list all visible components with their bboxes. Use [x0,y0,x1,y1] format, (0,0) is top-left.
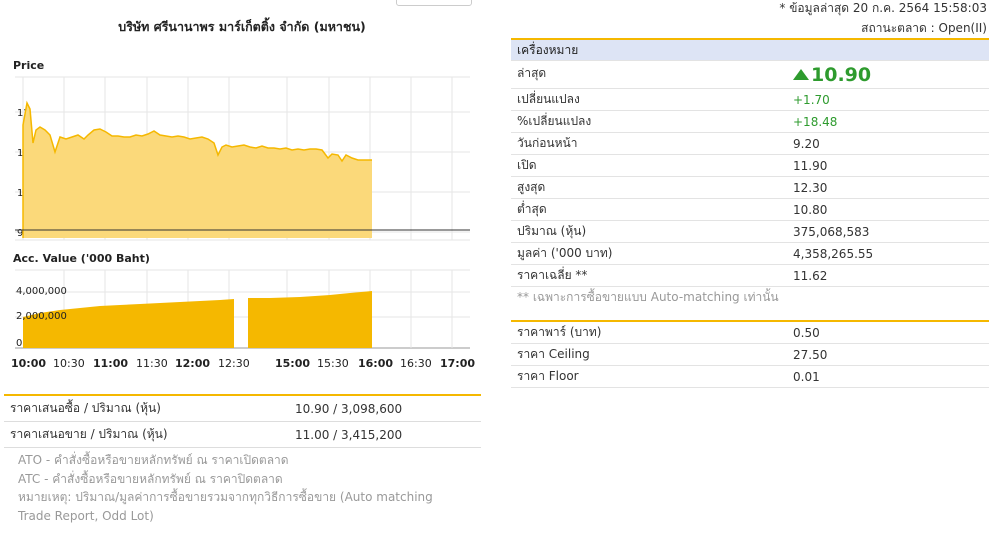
value-area-afternoon [248,291,372,348]
quote-row: ล่าสุด 10.90 [511,60,989,89]
quote-label: ต่ำสุด [511,198,789,221]
time-tick: 15:00 [275,357,310,370]
price-limits-table: ราคาพาร์ (บาท) 0.50 ราคา Ceiling 27.50 ราค… [511,320,989,388]
quote-row: มูลค่า ('000 บาท) 4,358,265.55 [511,242,989,265]
time-tick: 17:00 [440,357,475,370]
limit-label: ราคา Ceiling [511,343,789,366]
time-tick: 12:30 [218,357,250,370]
quote-label: วันก่อนหน้า [511,132,789,155]
quote-row: สูงสุด 12.30 [511,176,989,199]
quote-label: สูงสุด [511,176,789,199]
quote-value: 10.80 [789,198,989,221]
note-remark: หมายเหตุ: ปริมาณ/มูลค่าการซื้อขายรวมจากท… [18,490,433,504]
price-area [23,103,372,238]
market-status: สถานะตลาด : Open(II) [861,21,987,35]
time-tick: 16:30 [400,357,432,370]
quote-value: 375,068,583 [789,220,989,243]
value-area-morning [23,299,234,348]
offer-value: 11.00 / 3,415,200 [281,421,481,448]
quote-value: 4,358,265.55 [789,242,989,265]
limit-value: 0.50 [789,321,989,344]
time-tick: 16:00 [358,357,393,370]
time-tick: 11:30 [136,357,168,370]
quote-header: เครื่องหมาย [511,38,989,61]
bid-row: ราคาเสนอซื้อ / ปริมาณ (หุ้น) 10.90 / 3,0… [4,395,481,422]
quote-row: เปิด 11.90 [511,154,989,177]
quote-label: เปลี่ยนแปลง [511,88,789,111]
note-atc: ATC - คำสั่งซื้อหรือขายหลักทรัพย์ ณ ราคา… [18,471,283,486]
limit-label: ราคาพาร์ (บาท) [511,321,789,344]
notes: ATO - คำสั่งซื้อหรือขายหลักทรัพย์ ณ ราคา… [18,451,478,525]
quote-label: %เปลี่ยนแปลง [511,110,789,133]
quote-label: มูลค่า ('000 บาท) [511,242,789,265]
last-price-value: 10.90 [811,63,872,86]
quote-label: ราคาเฉลี่ย ** [511,264,789,287]
quote-value: 11.62 [789,264,989,287]
limit-value: 27.50 [789,343,989,366]
company-title: บริษัท ศรีนานาพร มาร์เก็ตติ้ง จำกัด (มหา… [118,19,366,34]
last-price: 10.90 [789,60,989,89]
bid-value: 10.90 / 3,098,600 [281,395,481,422]
price-chart-label: Price [13,59,44,72]
quote-value: 9.20 [789,132,989,155]
quote-row: วันก่อนหน้า 9.20 [511,132,989,155]
limit-label: ราคา Floor [511,365,789,388]
quote-header-row: เครื่องหมาย [511,38,989,61]
value-tick-4m: 4,000,000 [16,286,67,297]
note-remark-cont: Trade Report, Odd Lot) [18,508,154,523]
offer-label: ราคาเสนอขาย / ปริมาณ (หุ้น) [4,421,281,448]
limit-row: ราคาพาร์ (บาท) 0.50 [511,321,989,344]
quote-label: เปิด [511,154,789,177]
time-tick: 12:00 [175,357,210,370]
limit-value: 0.01 [789,365,989,388]
quote-row: %เปลี่ยนแปลง +18.48 [511,110,989,133]
limit-row: ราคา Ceiling 27.50 [511,343,989,366]
up-arrow-icon [793,68,809,80]
quote-footnote: ** เฉพาะการซื้อขายแบบ Auto-matching เท่า… [517,290,779,304]
quote-label: ล่าสุด [511,60,789,89]
bid-label: ราคาเสนอซื้อ / ปริมาณ (หุ้น) [4,395,281,422]
value-tick-2m: 2,000,000 [16,311,67,322]
quote-footnote-row: ** เฉพาะการซื้อขายแบบ Auto-matching เท่า… [511,287,989,309]
last-update: * ข้อมูลล่าสุด 20 ก.ค. 2564 15:58:03 [779,1,987,15]
quote-value: +18.48 [789,110,989,133]
limit-row: ราคา Floor 0.01 [511,365,989,388]
note-ato: ATO - คำสั่งซื้อหรือขายหลักทรัพย์ ณ ราคา… [18,453,289,467]
time-tick: 15:30 [317,357,349,370]
bid-offer-table: ราคาเสนอซื้อ / ปริมาณ (หุ้น) 10.90 / 3,0… [4,394,481,448]
search-input-edge[interactable] [396,0,472,6]
quote-row: ราคาเฉลี่ย ** 11.62 [511,264,989,287]
time-tick: 10:30 [53,357,85,370]
quote-label: ปริมาณ (หุ้น) [511,220,789,243]
quote-value: +1.70 [789,88,989,111]
time-tick: 11:00 [93,357,128,370]
time-tick: 10:00 [11,357,46,370]
offer-row: ราคาเสนอขาย / ปริมาณ (หุ้น) 11.00 / 3,41… [4,421,481,448]
quote-row: เปลี่ยนแปลง +1.70 [511,88,989,111]
value-chart-label: Acc. Value ('000 Baht) [13,252,150,265]
quote-value: 12.30 [789,176,989,199]
value-tick-0: 0 [16,338,22,349]
time-axis: 10:00 10:30 11:00 11:30 12:00 12:30 15:0… [11,357,475,370]
intraday-charts: Price 12 11 10 9 Acc. Value ('000 Baht) [11,59,475,370]
quote-row: ปริมาณ (หุ้น) 375,068,583 [511,220,989,243]
quote-info-table: เครื่องหมาย ล่าสุด 10.90 เปลี่ยนแปลง +1.7… [511,38,989,308]
quote-row: ต่ำสุด 10.80 [511,198,989,221]
quote-value: 11.90 [789,154,989,177]
